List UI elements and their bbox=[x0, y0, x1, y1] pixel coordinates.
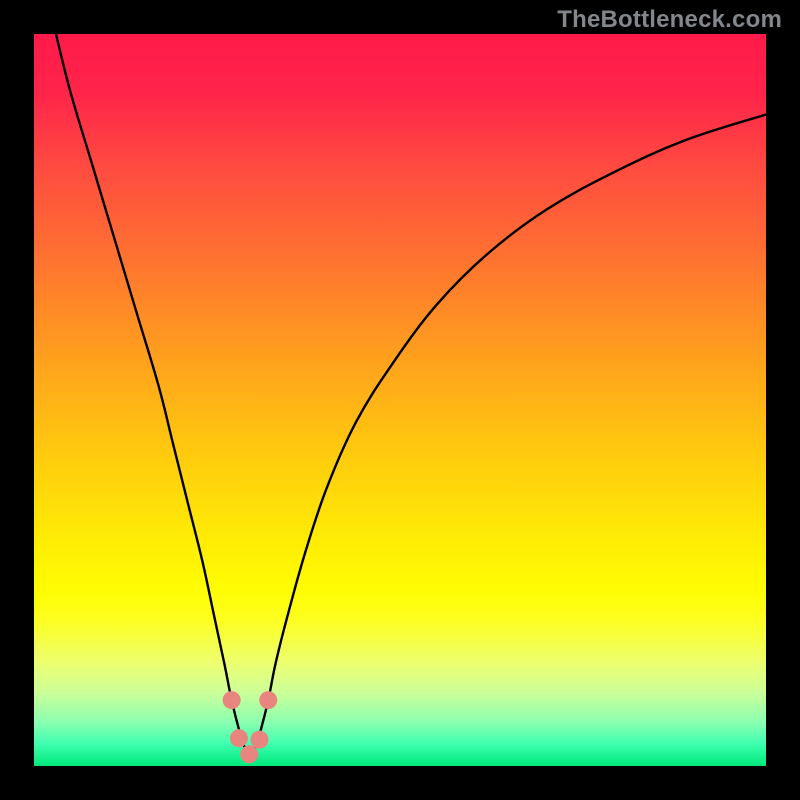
curve-markers bbox=[223, 691, 278, 763]
curve-marker bbox=[240, 745, 258, 763]
chart-frame: TheBottleneck.com bbox=[0, 0, 800, 800]
curve-marker bbox=[259, 691, 277, 709]
watermark-text: TheBottleneck.com bbox=[557, 6, 782, 34]
curve-marker bbox=[230, 729, 248, 747]
curve-marker bbox=[250, 731, 268, 749]
plot-area bbox=[34, 34, 766, 766]
curve-path bbox=[56, 34, 766, 755]
curve-marker bbox=[223, 691, 241, 709]
bottleneck-curve bbox=[34, 34, 766, 766]
